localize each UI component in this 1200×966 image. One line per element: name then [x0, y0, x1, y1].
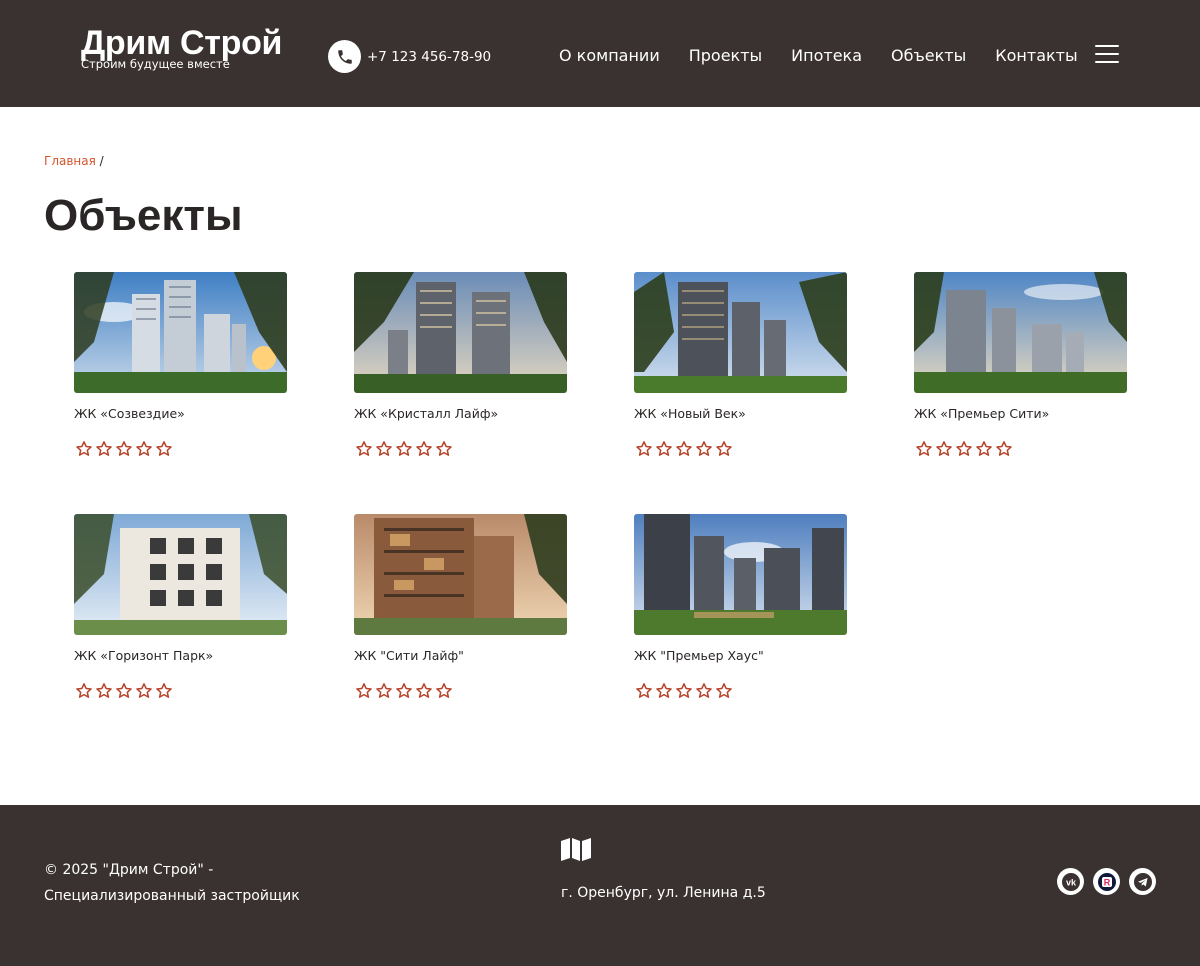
social-links: vk R	[1057, 868, 1165, 895]
star-icon[interactable]	[954, 440, 974, 458]
object-image	[74, 514, 287, 635]
star-icon[interactable]	[114, 440, 134, 458]
phone-link[interactable]: +7 123 456-78-90	[328, 40, 491, 73]
object-image	[634, 272, 847, 393]
object-name: ЖК «Созвездие»	[74, 406, 185, 421]
star-icon[interactable]	[674, 682, 694, 700]
object-name: ЖК "Премьер Хаус"	[634, 648, 764, 663]
star-icon[interactable]	[154, 682, 174, 700]
breadcrumb-separator: /	[99, 154, 104, 168]
address: г. Оренбург, ул. Ленина д.5	[561, 885, 766, 901]
object-name: ЖК «Горизонт Парк»	[74, 648, 214, 663]
star-icon[interactable]	[714, 682, 734, 700]
star-icon[interactable]	[394, 682, 414, 700]
star-icon[interactable]	[654, 440, 674, 458]
svg-text:vk: vk	[1065, 877, 1076, 887]
star-icon[interactable]	[974, 440, 994, 458]
star-icon[interactable]	[914, 440, 934, 458]
object-card[interactable]: ЖК "Премьер Хаус"	[634, 514, 847, 700]
copyright: © 2025 "Дрим Строй" - Специализированный…	[44, 857, 300, 909]
object-card[interactable]: ЖК «Кристалл Лайф»	[354, 272, 567, 458]
star-icon[interactable]	[414, 440, 434, 458]
rating-stars[interactable]	[354, 682, 567, 700]
star-icon[interactable]	[374, 682, 394, 700]
star-icon[interactable]	[414, 682, 434, 700]
object-image	[74, 272, 287, 393]
object-card[interactable]: ЖК «Новый Век»	[634, 272, 847, 458]
map-icon	[560, 837, 592, 865]
star-icon[interactable]	[434, 440, 454, 458]
star-icon[interactable]	[634, 440, 654, 458]
breadcrumb-home[interactable]: Главная	[44, 154, 96, 168]
object-name: ЖК "Сити Лайф"	[354, 648, 464, 663]
nav-item-mortgage[interactable]: Ипотека	[791, 45, 862, 67]
star-icon[interactable]	[694, 682, 714, 700]
star-icon[interactable]	[154, 440, 174, 458]
nav-item-objects[interactable]: Объекты	[891, 45, 966, 67]
object-card[interactable]: ЖК «Премьер Сити»	[914, 272, 1127, 458]
star-icon[interactable]	[74, 682, 94, 700]
star-icon[interactable]	[934, 440, 954, 458]
star-icon[interactable]	[354, 682, 374, 700]
star-icon[interactable]	[94, 682, 114, 700]
phone-icon	[328, 40, 361, 73]
rating-stars[interactable]	[634, 682, 847, 700]
rating-stars[interactable]	[74, 440, 287, 458]
star-icon[interactable]	[434, 682, 454, 700]
object-card[interactable]: ЖК «Созвездие»	[74, 272, 287, 458]
rutube-icon[interactable]: R	[1093, 868, 1120, 895]
logo[interactable]: Дрим Строй Строим будущее вместе	[81, 24, 282, 71]
star-icon[interactable]	[94, 440, 114, 458]
object-image	[354, 272, 567, 393]
rating-stars[interactable]	[914, 440, 1127, 458]
star-icon[interactable]	[134, 440, 154, 458]
star-icon[interactable]	[74, 440, 94, 458]
star-icon[interactable]	[994, 440, 1014, 458]
main-nav: О компании Проекты Ипотека Объекты Конта…	[559, 45, 1107, 67]
star-icon[interactable]	[634, 682, 654, 700]
star-icon[interactable]	[394, 440, 414, 458]
object-card[interactable]: ЖК "Сити Лайф"	[354, 514, 567, 700]
star-icon[interactable]	[374, 440, 394, 458]
star-icon[interactable]	[674, 440, 694, 458]
object-name: ЖК «Новый Век»	[634, 406, 746, 421]
object-name: ЖК «Премьер Сити»	[914, 406, 1050, 421]
site-header: Дрим Строй Строим будущее вместе +7 123 …	[0, 0, 1200, 107]
vk-icon[interactable]: vk	[1057, 868, 1084, 895]
site-footer: © 2025 "Дрим Строй" - Специализированный…	[0, 805, 1200, 966]
star-icon[interactable]	[654, 682, 674, 700]
rating-stars[interactable]	[354, 440, 567, 458]
svg-text:R: R	[1103, 877, 1110, 887]
telegram-icon[interactable]	[1129, 868, 1156, 895]
nav-item-about[interactable]: О компании	[559, 45, 660, 67]
object-image	[634, 514, 847, 635]
star-icon[interactable]	[714, 440, 734, 458]
object-card[interactable]: ЖК «Горизонт Парк»	[74, 514, 287, 700]
menu-icon[interactable]	[1095, 45, 1119, 65]
object-image	[354, 514, 567, 635]
page-title: Объекты	[44, 191, 243, 240]
object-name: ЖК «Кристалл Лайф»	[354, 406, 499, 421]
nav-item-projects[interactable]: Проекты	[689, 45, 762, 67]
star-icon[interactable]	[694, 440, 714, 458]
copyright-line-2: Специализированный застройщик	[44, 888, 300, 904]
object-image	[914, 272, 1127, 393]
star-icon[interactable]	[134, 682, 154, 700]
rating-stars[interactable]	[634, 440, 847, 458]
nav-item-contacts[interactable]: Контакты	[995, 45, 1077, 67]
copyright-line-1: © 2025 "Дрим Строй" -	[44, 862, 214, 878]
rating-stars[interactable]	[74, 682, 287, 700]
star-icon[interactable]	[114, 682, 134, 700]
star-icon[interactable]	[354, 440, 374, 458]
phone-number: +7 123 456-78-90	[367, 48, 492, 65]
breadcrumb: Главная /	[44, 154, 104, 168]
